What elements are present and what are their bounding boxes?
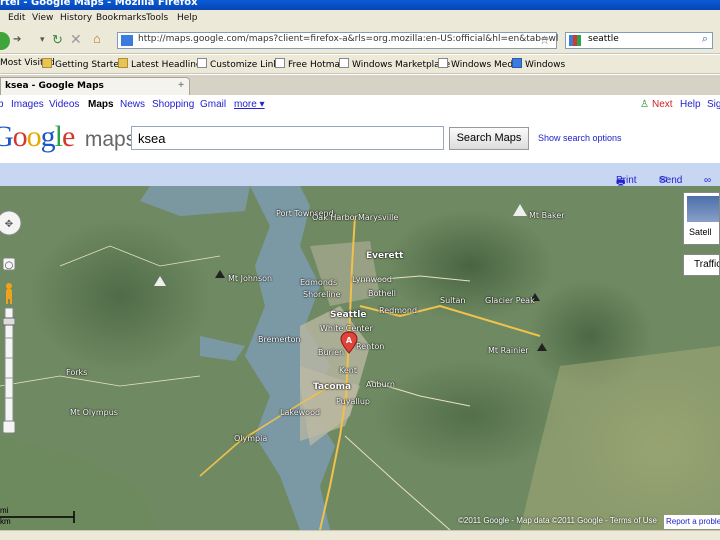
bookmark-windows-marketplace[interactable]: Windows Marketplace xyxy=(339,58,450,70)
traffic-button[interactable]: Traffic xyxy=(683,254,720,276)
browser-search-box[interactable]: seattle ⌕ xyxy=(565,32,713,49)
gbar-link-maps[interactable]: Maps xyxy=(88,99,114,110)
svg-text:○: ○ xyxy=(5,260,14,271)
pan-control[interactable]: ✥ xyxy=(0,208,26,242)
satellite-thumbnail xyxy=(687,196,719,222)
window-titlebar: rtel - Google Maps - Mozilla Firefox xyxy=(0,0,720,10)
gbar-link-gmail[interactable]: Gmail xyxy=(200,99,226,110)
map-label: Burien xyxy=(318,348,345,357)
maps-search-query: ksea xyxy=(138,131,166,146)
menu-bookmarks[interactable]: Bookmarks xyxy=(96,13,146,23)
search-options-link[interactable]: Show search options xyxy=(538,133,622,143)
dropdown-arrow-icon[interactable]: ▾ xyxy=(40,34,45,45)
search-maps-button[interactable]: Search Maps xyxy=(449,127,529,150)
browser-search-text: seattle xyxy=(588,34,619,44)
bookmark-latest-headlines[interactable]: Latest Headlines xyxy=(118,58,206,70)
map-label: Kent xyxy=(339,366,357,375)
gbar-link-help[interactable]: Help xyxy=(680,99,701,110)
map-label: Olympia xyxy=(234,434,268,443)
map-label: Mt Baker xyxy=(529,211,565,220)
gbar-link-news[interactable]: News xyxy=(120,99,145,110)
map-canvas[interactable]: A Mt Baker Port Townsend Oak Harbor Mary… xyxy=(0,186,720,530)
menu-view[interactable]: View xyxy=(32,13,53,23)
map-label: Auburn xyxy=(366,380,395,389)
gbar-link-shopping[interactable]: Shopping xyxy=(152,99,194,110)
bookmarks-toolbar: Most Visited Getting Started Latest Head… xyxy=(0,55,720,74)
scale-miles: mi xyxy=(0,506,9,515)
map-label: Mt Rainier xyxy=(488,346,529,355)
google-logo-text: Google xyxy=(0,120,75,153)
maps-logo-text: maps xyxy=(84,128,137,151)
tab-strip: ksea - Google Maps + xyxy=(0,75,720,95)
gbar-link-images[interactable]: Images xyxy=(11,99,44,110)
bookmark-star-icon[interactable]: ☆ xyxy=(539,33,550,47)
chain-link-icon: ∞ xyxy=(704,175,712,186)
map-label: Shoreline xyxy=(303,290,341,299)
tab-google-maps[interactable]: ksea - Google Maps + xyxy=(0,77,190,95)
menu-bar: Edit View History Bookmarks Tools Help xyxy=(0,10,720,28)
back-button[interactable] xyxy=(0,32,10,50)
status-bar xyxy=(0,530,720,540)
map-label: Bremerton xyxy=(258,335,301,344)
satellite-view-button[interactable]: Satell xyxy=(683,192,720,245)
map-label: Seattle xyxy=(330,310,367,320)
map-label: Everett xyxy=(366,251,404,261)
google-maps-logo[interactable]: Google maps xyxy=(0,120,136,154)
pegman-street-view-icon[interactable] xyxy=(3,282,15,304)
forward-arrow-icon[interactable]: ➔ xyxy=(13,34,21,45)
magnifier-icon[interactable]: ⌕ xyxy=(702,33,708,46)
url-bar[interactable]: http://maps.google.com/maps?client=firef… xyxy=(117,32,559,49)
map-label: Renton xyxy=(356,342,385,351)
scale-km: km xyxy=(0,517,11,526)
bookmark-windows[interactable]: Windows xyxy=(512,58,565,70)
bookmark-getting-started[interactable]: Getting Started xyxy=(42,58,125,70)
map-label: Oak Harbor xyxy=(312,213,358,222)
site-favicon-icon xyxy=(121,35,133,46)
bookmark-customize-links[interactable]: Customize Links xyxy=(197,58,283,70)
google-nav-bar: b Images Videos Maps News Shopping Gmail… xyxy=(0,95,720,115)
map-copyright[interactable]: ©2011 Google - Map data ©2011 Google - T… xyxy=(458,516,657,525)
map-label: White Center xyxy=(320,324,373,333)
svg-text:✥: ✥ xyxy=(5,219,13,230)
gbar-link-more[interactable]: more ▾ xyxy=(234,99,265,110)
map-label: Edmonds xyxy=(300,278,338,287)
map-toolbar: 🖶 Print ✉ Send ∞ xyxy=(0,163,720,188)
map-label: Bothell xyxy=(368,289,396,298)
google-search-engine-icon[interactable] xyxy=(569,35,581,46)
stop-icon[interactable]: ✕ xyxy=(70,31,82,48)
reload-icon[interactable]: ↻ xyxy=(52,32,63,48)
terrain-map-graphic: A xyxy=(0,186,720,530)
menu-help[interactable]: Help xyxy=(177,13,198,23)
menu-tools[interactable]: Tools xyxy=(146,13,168,23)
map-label: Lakewood xyxy=(280,408,321,417)
map-label: Puyallup xyxy=(336,397,370,406)
map-label: Marysville xyxy=(358,213,399,222)
map-label: Lynnwood xyxy=(352,275,393,284)
satellite-label: Satell xyxy=(689,227,712,237)
bookmark-free-hotmail[interactable]: Free Hotmail xyxy=(275,58,345,70)
map-label: Mt Olympus xyxy=(70,408,118,417)
gbar-link-signin[interactable]: Sig xyxy=(707,99,720,110)
gbar-link-videos[interactable]: Videos xyxy=(49,99,79,110)
labs-flask-icon: ♙ xyxy=(640,99,649,110)
menu-history[interactable]: History xyxy=(60,13,92,23)
map-label: Redmond xyxy=(379,306,418,315)
map-label: Sultan xyxy=(440,296,466,305)
menu-edit[interactable]: Edit xyxy=(8,13,25,23)
new-tab-plus-icon[interactable]: + xyxy=(178,80,184,91)
tab-title: ksea - Google Maps xyxy=(5,81,104,91)
window-title: rtel - Google Maps - Mozilla Firefox xyxy=(0,0,198,8)
home-icon[interactable]: ⌂ xyxy=(93,31,101,46)
report-problem-link[interactable]: Report a problem xyxy=(664,515,720,529)
map-label: Tacoma xyxy=(313,382,352,392)
url-text: http://maps.google.com/maps?client=firef… xyxy=(138,34,559,44)
map-label: Mt Johnson xyxy=(228,274,273,283)
gbar-link-web[interactable]: b xyxy=(0,99,4,110)
svg-text:A: A xyxy=(346,336,353,345)
map-label: Glacier Peak xyxy=(485,296,535,305)
map-label: Forks xyxy=(66,368,88,377)
bookmark-windows-media[interactable]: Windows Media xyxy=(438,58,521,70)
gbar-link-next[interactable]: Next xyxy=(652,99,673,110)
maps-search-input[interactable]: ksea xyxy=(131,126,444,150)
